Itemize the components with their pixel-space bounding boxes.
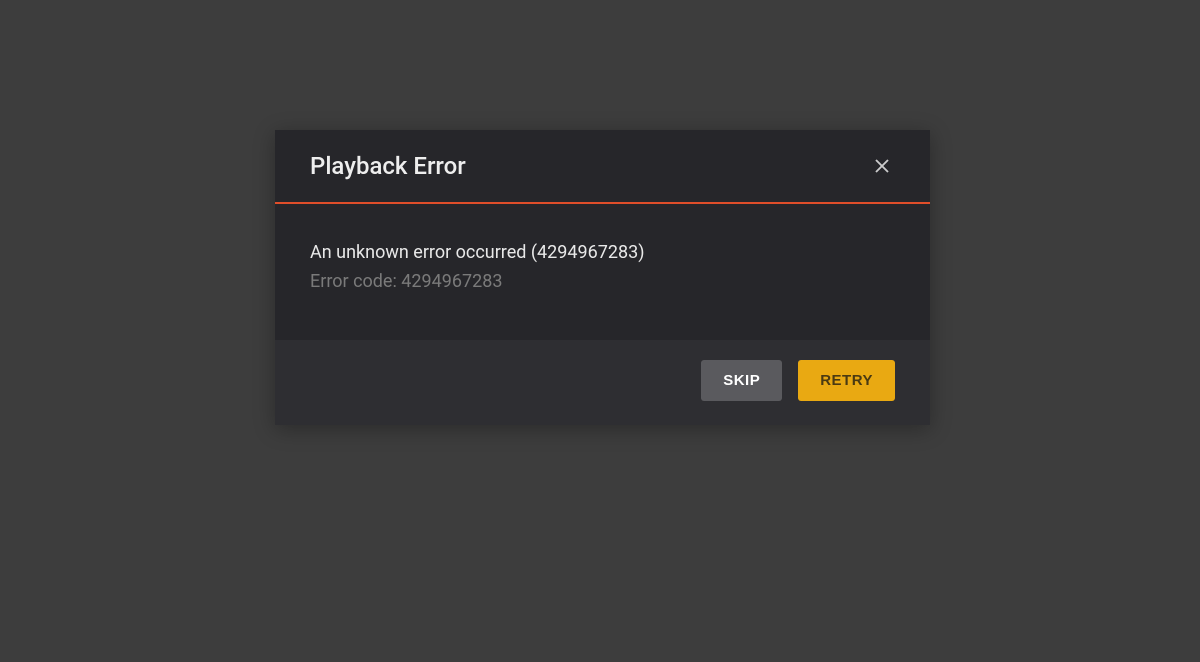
dialog-header: Playback Error <box>275 130 930 204</box>
playback-error-dialog: Playback Error An unknown error occurred… <box>275 130 930 425</box>
skip-button[interactable]: SKIP <box>701 360 782 401</box>
error-code-label: Error code: 4294967283 <box>310 271 895 292</box>
error-message: An unknown error occurred (4294967283) <box>310 242 895 263</box>
dialog-title: Playback Error <box>310 152 466 180</box>
close-button[interactable] <box>869 153 895 179</box>
dialog-body: An unknown error occurred (4294967283) E… <box>275 204 930 340</box>
close-icon <box>873 157 891 175</box>
dialog-footer: SKIP RETRY <box>275 340 930 425</box>
retry-button[interactable]: RETRY <box>798 360 895 401</box>
